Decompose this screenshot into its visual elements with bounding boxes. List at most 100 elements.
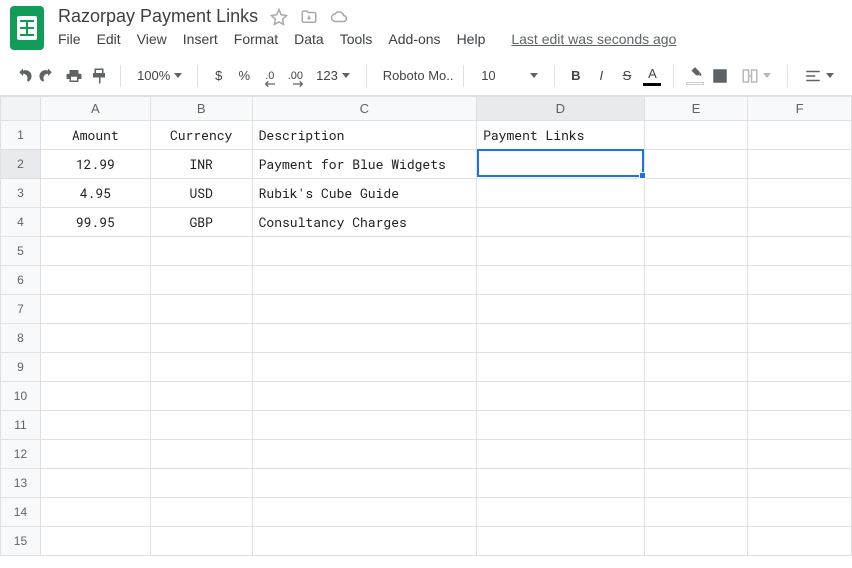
fill-color-button[interactable] [684,63,706,89]
row-header-9[interactable]: 9 [1,353,41,382]
menu-insert[interactable]: Insert [183,31,218,47]
cell-B4[interactable]: GBP [150,208,252,237]
increase-decimal-button[interactable]: .00 [285,63,307,89]
font-family-dropdown[interactable]: Roboto Mo... [377,63,454,89]
menu-format[interactable]: Format [234,31,278,47]
cell-C13[interactable] [252,469,476,498]
cell-F4[interactable] [748,208,852,237]
menu-data[interactable]: Data [294,31,324,47]
cell-B3[interactable]: USD [150,179,252,208]
cell-A7[interactable] [40,295,150,324]
cell-D13[interactable] [477,469,645,498]
cell-B8[interactable] [150,324,252,353]
cell-A13[interactable] [40,469,150,498]
cell-A2[interactable]: 12.99 [40,150,150,179]
sheets-logo[interactable] [10,6,44,50]
row-header-14[interactable]: 14 [1,498,41,527]
cell-E8[interactable] [644,324,748,353]
cell-E3[interactable] [644,179,748,208]
cell-D15[interactable] [477,527,645,556]
paint-format-button[interactable] [89,63,111,89]
cell-C1[interactable]: Description [252,121,476,150]
cell-F15[interactable] [748,527,852,556]
cell-D8[interactable] [477,324,645,353]
column-header-D[interactable]: D [477,97,645,121]
format-as-percent-button[interactable]: % [233,63,255,89]
cell-C8[interactable] [252,324,476,353]
cell-A10[interactable] [40,382,150,411]
row-header-4[interactable]: 4 [1,208,41,237]
spreadsheet[interactable]: A B C D E F 1 Amount Currency Descriptio… [0,96,852,556]
column-header-F[interactable]: F [748,97,852,121]
cell-F1[interactable] [748,121,852,150]
text-color-button[interactable]: A [642,63,664,89]
cell-B12[interactable] [150,440,252,469]
column-header-A[interactable]: A [40,97,150,121]
redo-button[interactable] [38,63,60,89]
horizontal-align-dropdown[interactable] [798,63,840,89]
row-header-11[interactable]: 11 [1,411,41,440]
row-header-12[interactable]: 12 [1,440,41,469]
cell-A5[interactable] [40,237,150,266]
menu-tools[interactable]: Tools [340,31,373,47]
cell-E13[interactable] [644,469,748,498]
cell-B10[interactable] [150,382,252,411]
cell-B6[interactable] [150,266,252,295]
column-header-C[interactable]: C [252,97,476,121]
cell-D7[interactable] [477,295,645,324]
star-icon[interactable] [270,8,288,26]
cell-A11[interactable] [40,411,150,440]
cell-C9[interactable] [252,353,476,382]
cell-A6[interactable] [40,266,150,295]
menu-edit[interactable]: Edit [97,31,121,47]
row-header-3[interactable]: 3 [1,179,41,208]
cell-A14[interactable] [40,498,150,527]
cell-E12[interactable] [644,440,748,469]
cell-E4[interactable] [644,208,748,237]
row-header-7[interactable]: 7 [1,295,41,324]
cell-D14[interactable] [477,498,645,527]
cell-B1[interactable]: Currency [150,121,252,150]
cell-E1[interactable] [644,121,748,150]
row-header-1[interactable]: 1 [1,121,41,150]
cell-C4[interactable]: Consultancy Charges [252,208,476,237]
borders-button[interactable] [710,63,732,89]
menu-help[interactable]: Help [457,31,486,47]
cell-D5[interactable] [477,237,645,266]
cell-B9[interactable] [150,353,252,382]
cell-F7[interactable] [748,295,852,324]
cell-C6[interactable] [252,266,476,295]
move-to-folder-icon[interactable] [300,8,318,26]
cell-B14[interactable] [150,498,252,527]
column-header-B[interactable]: B [150,97,252,121]
cloud-status-icon[interactable] [330,8,348,26]
cell-C3[interactable]: Rubik's Cube Guide [252,179,476,208]
cell-F12[interactable] [748,440,852,469]
merge-cells-dropdown[interactable] [735,63,777,89]
cell-D6[interactable] [477,266,645,295]
cell-D12[interactable] [477,440,645,469]
cell-F10[interactable] [748,382,852,411]
cell-E6[interactable] [644,266,748,295]
cell-E14[interactable] [644,498,748,527]
row-header-2[interactable]: 2 [1,150,41,179]
cell-E5[interactable] [644,237,748,266]
cell-F14[interactable] [748,498,852,527]
cell-F5[interactable] [748,237,852,266]
italic-button[interactable]: I [591,63,613,89]
cell-E15[interactable] [644,527,748,556]
cell-A12[interactable] [40,440,150,469]
row-header-10[interactable]: 10 [1,382,41,411]
document-title[interactable]: Razorpay Payment Links [58,6,258,27]
cell-C15[interactable] [252,527,476,556]
cell-C12[interactable] [252,440,476,469]
undo-button[interactable] [12,63,34,89]
cell-F6[interactable] [748,266,852,295]
cell-A3[interactable]: 4.95 [40,179,150,208]
cell-E11[interactable] [644,411,748,440]
cell-C11[interactable] [252,411,476,440]
row-header-15[interactable]: 15 [1,527,41,556]
menu-file[interactable]: File [58,31,81,47]
row-header-8[interactable]: 8 [1,324,41,353]
cell-D11[interactable] [477,411,645,440]
